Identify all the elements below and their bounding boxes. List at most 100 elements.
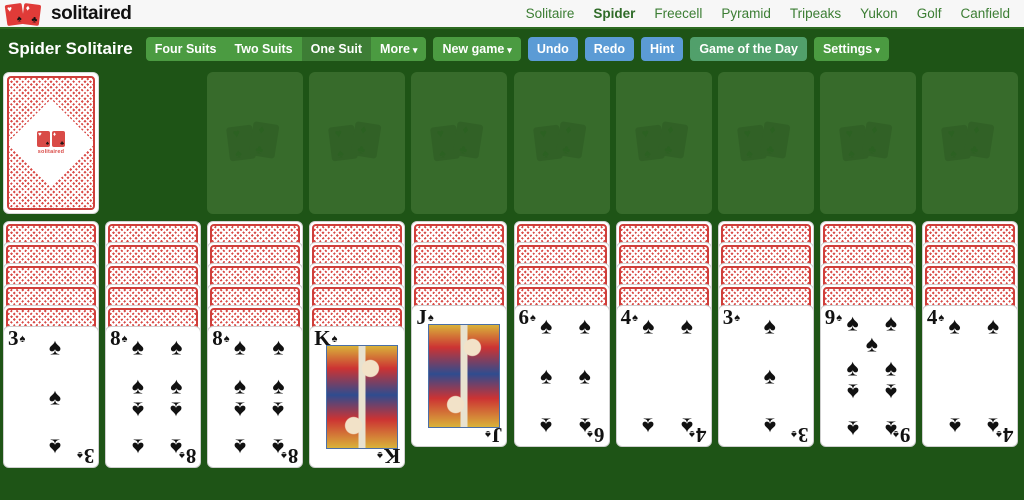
- difficulty-one-suit-button[interactable]: One Suit: [301, 37, 372, 61]
- face-up-card-8-spades[interactable]: 8 ♠ 8 ♠ ♠ ♠ ♠ ♠ ♠ ♠ ♠ ♠: [207, 326, 304, 468]
- spade-icon: ♠: [233, 372, 247, 399]
- foundation-slot-4[interactable]: ♥ ♠ ♦ ♣: [513, 72, 610, 214]
- spade-icon: ♠: [131, 333, 144, 360]
- spade-icon: ♠: [233, 397, 247, 424]
- nav-link-golf[interactable]: Golf: [917, 6, 942, 21]
- card-back-pattern: ♥ ♠ ♦ ♣ solitaired: [7, 76, 95, 210]
- spade-icon: ♠: [680, 312, 693, 339]
- game-toolbar: Spider Solitaire Four Suits Two Suits One …: [0, 29, 1024, 69]
- spade-icon: ♠: [642, 413, 655, 440]
- foundation-slot-7[interactable]: ♥ ♠ ♦ ♣: [819, 72, 916, 214]
- face-up-card-6-spades[interactable]: 6 ♠ 6 ♠ ♠ ♠ ♠ ♠ ♠ ♠: [513, 305, 610, 447]
- face-up-card-J-spades[interactable]: J ♠ J ♠: [411, 305, 508, 447]
- site-logo[interactable]: ♥ ♠ ♦ ♣ solitaired: [4, 2, 132, 26]
- empty-foundation-icon: ♥ ♠ ♦ ♣: [940, 119, 998, 167]
- brand-name: solitaired: [51, 2, 132, 24]
- spade-icon: ♠: [331, 332, 338, 345]
- spade-icon: ♠: [763, 362, 776, 389]
- spade-icon: ♠: [48, 434, 62, 461]
- game-of-the-day-button[interactable]: Game of the Day: [690, 37, 807, 61]
- primary-nav: Solitaire Spider Freecell Pyramid Tripeaks Yu…: [526, 6, 1010, 21]
- court-card-illustration: [326, 345, 399, 449]
- spade-icon: ♠: [427, 311, 434, 324]
- nav-link-canfield[interactable]: Canfield: [960, 6, 1010, 21]
- spade-icon: ♠: [233, 333, 247, 360]
- hint-button[interactable]: Hint: [641, 37, 684, 61]
- foundation-slot-8[interactable]: ♥ ♠ ♦ ♣: [921, 72, 1018, 214]
- page-title: Spider Solitaire: [8, 39, 133, 58]
- spade-icon: ♠: [846, 416, 859, 443]
- spade-icon: ♠: [846, 309, 859, 336]
- nav-link-freecell[interactable]: Freecell: [654, 6, 702, 21]
- foundation-slot-2[interactable]: ♥ ♠ ♦ ♣: [309, 72, 406, 214]
- spade-icon: ♠: [884, 309, 898, 336]
- empty-foundation-icon: ♥ ♠ ♦ ♣: [634, 119, 692, 167]
- card-rank: 4: [926, 305, 938, 329]
- spade-icon: ♠: [884, 354, 898, 381]
- card-rank: 3: [722, 305, 734, 329]
- site-header: ♥ ♠ ♦ ♣ solitaired Solitaire Spider Freece…: [0, 0, 1024, 29]
- card-pip-layout: ♠ ♠ ♠ ♠ ♠ ♠ ♠ ♠: [120, 331, 194, 463]
- empty-foundation-icon: ♥ ♠ ♦ ♣: [736, 119, 794, 167]
- chevron-down-icon: ▾: [412, 45, 418, 55]
- chevron-down-icon: ▾: [507, 45, 512, 55]
- spade-icon: ♠: [763, 413, 776, 440]
- empty-foundation-icon: ♥ ♠ ♦ ♣: [430, 119, 487, 167]
- card-pip-layout: ♠ ♠ ♠: [18, 331, 92, 463]
- nav-link-solitaire[interactable]: Solitaire: [526, 6, 575, 21]
- face-up-card-9-spades[interactable]: 9 ♠ 9 ♠ ♠ ♠ ♠ ♠ ♠ ♠ ♠ ♠ ♠: [819, 305, 916, 447]
- card-back-emblem: ♥ ♠ ♦ ♣ solitaired: [9, 99, 93, 187]
- spade-icon: ♠: [540, 413, 553, 440]
- card-pip-layout: ♠ ♠ ♠ ♠ ♠ ♠ ♠ ♠ ♠: [835, 310, 909, 442]
- face-up-card-3-spades[interactable]: 3 ♠ 3 ♠ ♠ ♠ ♠: [717, 305, 814, 447]
- face-up-card-4-spades[interactable]: 4 ♠ 4 ♠ ♠ ♠ ♠ ♠: [921, 305, 1018, 447]
- spade-icon: ♠: [170, 372, 183, 399]
- stock-pile[interactable]: ♥ ♠ ♦ ♣ solitaired: [3, 72, 99, 214]
- difficulty-four-suits-button[interactable]: Four Suits: [145, 37, 226, 61]
- card-rank: 4: [620, 305, 632, 329]
- court-card-illustration: [428, 324, 501, 428]
- spade-icon: ♠: [680, 413, 693, 440]
- difficulty-label: More: [380, 42, 410, 56]
- settings-button[interactable]: Settings ▾: [813, 37, 889, 61]
- foundation-slot-6[interactable]: ♥ ♠ ♦ ♣: [717, 72, 814, 214]
- spade-icon: ♠: [987, 312, 1000, 339]
- foundation-slot-5[interactable]: ♥ ♠ ♦ ♣: [615, 72, 712, 214]
- face-up-card-K-spades[interactable]: K ♠ K ♠: [309, 326, 406, 468]
- difficulty-button-group: Four Suits Two Suits One Suit More ▾: [145, 37, 427, 61]
- difficulty-two-suits-button[interactable]: Two Suits: [225, 37, 302, 61]
- spade-icon: ♠: [272, 397, 285, 424]
- card-pip-layout: ♠ ♠ ♠ ♠: [937, 310, 1011, 442]
- spade-icon: ♠: [170, 397, 183, 424]
- nav-link-spider[interactable]: Spider: [593, 6, 635, 21]
- face-up-card-8-spades[interactable]: 8 ♠ 8 ♠ ♠ ♠ ♠ ♠ ♠ ♠ ♠ ♠: [105, 326, 202, 468]
- spade-icon: ♠: [948, 312, 961, 339]
- spade-icon: ♠: [233, 434, 247, 461]
- card-rank: 3: [8, 326, 19, 350]
- difficulty-more-button[interactable]: More ▾: [371, 37, 427, 61]
- spade-icon: ♠: [884, 379, 898, 406]
- undo-button[interactable]: Undo: [527, 37, 578, 61]
- redo-button[interactable]: Redo: [584, 37, 634, 61]
- nav-link-pyramid[interactable]: Pyramid: [721, 6, 771, 21]
- nav-link-tripeaks[interactable]: Tripeaks: [790, 6, 841, 21]
- card-pip-layout: ♠ ♠ ♠ ♠ ♠ ♠: [529, 310, 603, 442]
- card-back-brand: solitaired: [37, 149, 65, 155]
- two-playing-cards-icon: ♥ ♠ ♦ ♣: [4, 2, 46, 26]
- spade-icon: ♠: [846, 379, 859, 406]
- card-rank: J: [416, 305, 427, 329]
- empty-foundation-icon: ♥ ♠ ♦ ♣: [838, 119, 896, 167]
- foundation-slot-1[interactable]: ♥ ♠ ♦ ♣: [207, 72, 304, 214]
- card-rank: 9: [824, 305, 836, 329]
- foundation-slot-3[interactable]: ♥ ♠ ♦ ♣: [411, 72, 508, 214]
- nav-link-yukon[interactable]: Yukon: [860, 6, 898, 21]
- spade-icon: ♠: [540, 362, 553, 389]
- face-up-card-3-spades[interactable]: 3 ♠ 3 ♠ ♠ ♠ ♠: [3, 326, 99, 468]
- face-up-card-4-spades[interactable]: 4 ♠ 4 ♠ ♠ ♠ ♠ ♠: [615, 305, 712, 447]
- spade-icon: ♠: [170, 434, 183, 461]
- spade-icon: ♠: [131, 397, 144, 424]
- spade-icon: ♠: [948, 413, 961, 440]
- spade-icon: ♠: [987, 413, 1000, 440]
- new-game-button[interactable]: New game ▾: [433, 37, 521, 61]
- difficulty-label: Two Suits: [234, 42, 293, 56]
